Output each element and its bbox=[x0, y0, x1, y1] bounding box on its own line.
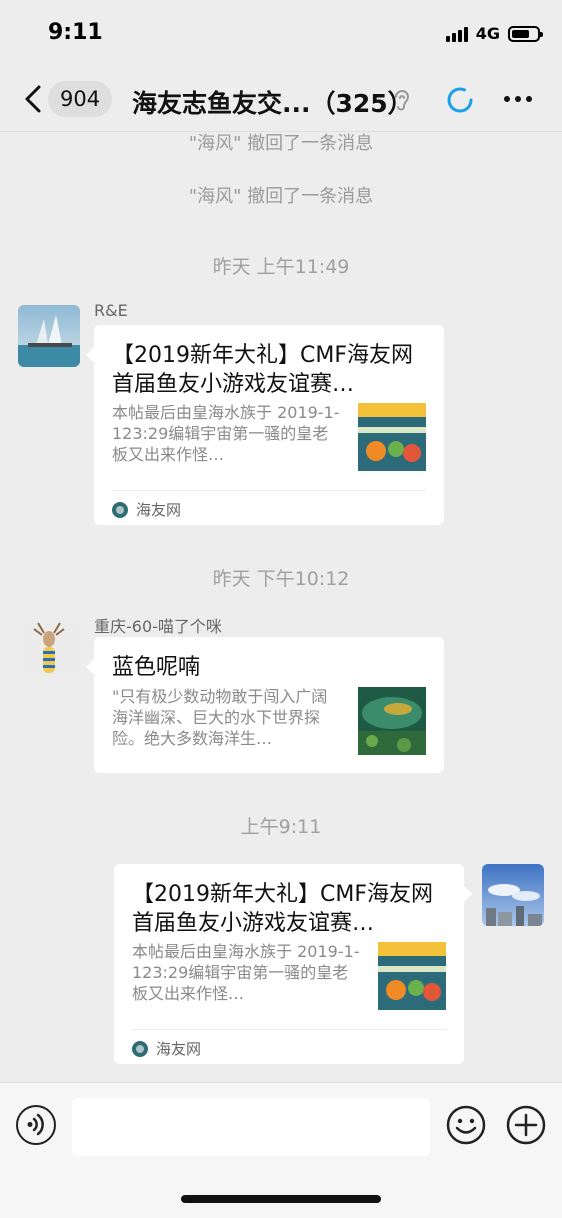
ear-icon bbox=[395, 90, 410, 111]
card-title: 蓝色呢喃 bbox=[112, 655, 201, 680]
status-indicators: 4G bbox=[445, 24, 543, 43]
status-bar: 9:11 4G bbox=[0, 0, 562, 66]
card-title: 【2019新年大礼】CMF海友网首届鱼友小游戏友谊赛… bbox=[132, 882, 433, 936]
plus-icon[interactable] bbox=[506, 1105, 546, 1145]
status-time: 9:11 bbox=[48, 20, 103, 45]
recall-notice: "海风" 撤回了一条消息 bbox=[188, 186, 374, 207]
source-logo-icon bbox=[112, 501, 128, 518]
timestamp: 昨天 上午11:49 bbox=[212, 256, 350, 278]
back-icon[interactable] bbox=[22, 84, 46, 114]
unread-count-badge[interactable]: 904 bbox=[48, 81, 113, 117]
recall-notice: "海风" 撤回了一条消息 bbox=[188, 133, 374, 154]
network-label: 4G bbox=[475, 24, 500, 43]
card-source-label: 海友网 bbox=[136, 501, 182, 519]
loading-spinner-icon bbox=[447, 87, 473, 113]
timestamp: 昨天 下午10:12 bbox=[212, 568, 350, 590]
source-logo-icon bbox=[132, 1040, 148, 1057]
message-list[interactable]: "海风" 撤回了一条消息 "海风" 撤回了一条消息 昨天 上午11:49 R&E… bbox=[0, 133, 562, 1081]
card-thumbnail bbox=[358, 403, 426, 471]
card-source-label: 海友网 bbox=[156, 1040, 202, 1058]
avatar[interactable] bbox=[18, 305, 80, 367]
voice-icon bbox=[27, 1113, 44, 1136]
more-options-icon[interactable] bbox=[504, 96, 532, 102]
card-description: 本帖最后由皇海水族于 2019-1-123:29编辑宇宙第一骚的皇老板又出来作怪… bbox=[112, 403, 340, 464]
signal-icon bbox=[445, 26, 468, 42]
card-source: 海友网 bbox=[132, 1038, 201, 1059]
avatar[interactable] bbox=[482, 864, 544, 926]
chat-title[interactable]: 海友志鱼友交...（325） bbox=[132, 84, 413, 120]
sender-name: R&E bbox=[94, 301, 128, 320]
emoji-icon[interactable] bbox=[446, 1105, 486, 1145]
voice-input-button[interactable] bbox=[16, 1105, 56, 1145]
message-input[interactable] bbox=[72, 1098, 430, 1156]
avatar[interactable] bbox=[18, 617, 80, 679]
card-description: "只有极少数动物敢于闯入广阔海洋幽深、巨大的水下世界探险。绝大多数海洋生… bbox=[112, 687, 328, 748]
card-divider bbox=[112, 490, 426, 491]
link-card[interactable]: 蓝色呢喃 "只有极少数动物敢于闯入广阔海洋幽深、巨大的水下世界探险。绝大多数海洋… bbox=[86, 637, 444, 773]
card-source: 海友网 bbox=[112, 499, 181, 520]
card-title: 【2019新年大礼】CMF海友网首届鱼友小游戏友谊赛… bbox=[112, 343, 413, 397]
sender-name: 重庆-60-喵了个咪 bbox=[94, 617, 222, 636]
card-divider bbox=[132, 1029, 446, 1030]
link-card[interactable]: 【2019新年大礼】CMF海友网首届鱼友小游戏友谊赛… 本帖最后由皇海水族于 2… bbox=[114, 864, 472, 1064]
card-description: 本帖最后由皇海水族于 2019-1-123:29编辑宇宙第一骚的皇老板又出来作怪… bbox=[132, 942, 360, 1003]
link-card[interactable]: 【2019新年大礼】CMF海友网首届鱼友小游戏友谊赛… 本帖最后由皇海水族于 2… bbox=[86, 325, 444, 525]
card-thumbnail bbox=[378, 942, 446, 1010]
battery-icon bbox=[508, 25, 543, 42]
home-indicator[interactable] bbox=[181, 1195, 381, 1203]
card-thumbnail bbox=[358, 687, 426, 755]
timestamp: 上午9:11 bbox=[240, 816, 322, 838]
chat-header: 904 海友志鱼友交...（325） bbox=[0, 66, 562, 132]
